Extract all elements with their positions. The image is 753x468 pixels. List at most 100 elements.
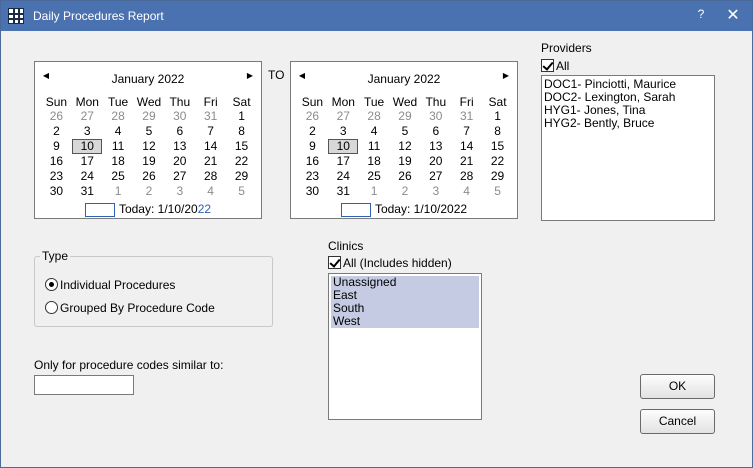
- help-button[interactable]: ?: [691, 7, 711, 25]
- calendar-day[interactable]: 8: [482, 124, 513, 139]
- calendar-day[interactable]: 29: [390, 109, 421, 124]
- calendar-day[interactable]: 30: [420, 109, 451, 124]
- clinics-all-checkbox[interactable]: All (Includes hidden): [328, 255, 452, 270]
- calendar-day[interactable]: 5: [134, 124, 165, 139]
- calendar-day[interactable]: 1: [482, 109, 513, 124]
- calendar-day[interactable]: 28: [359, 109, 390, 124]
- calendar-day[interactable]: 30: [164, 109, 195, 124]
- calendar-day[interactable]: 7: [195, 124, 226, 139]
- close-button[interactable]: ✕: [721, 6, 745, 26]
- next-month-icon[interactable]: ▶: [244, 71, 256, 83]
- calendar-day[interactable]: 9: [41, 139, 72, 154]
- calendar-day[interactable]: 14: [195, 139, 226, 154]
- calendar-day[interactable]: 23: [297, 169, 328, 184]
- calendar-day[interactable]: 10: [328, 139, 359, 154]
- calendar-day[interactable]: 24: [328, 169, 359, 184]
- calendar-day[interactable]: 26: [134, 169, 165, 184]
- providers-list[interactable]: DOC1- Pinciotti, Maurice DOC2- Lexington…: [541, 75, 715, 221]
- calendar-day[interactable]: 2: [41, 124, 72, 139]
- calendar-day[interactable]: 28: [103, 109, 134, 124]
- calendar-day[interactable]: 9: [297, 139, 328, 154]
- calendar-day[interactable]: 29: [226, 169, 257, 184]
- calendar-day[interactable]: 6: [420, 124, 451, 139]
- calendar-day[interactable]: 27: [164, 169, 195, 184]
- calendar-day[interactable]: 20: [164, 154, 195, 169]
- calendar-day[interactable]: 23: [41, 169, 72, 184]
- procedure-codes-input[interactable]: [34, 375, 134, 395]
- calendar-day[interactable]: 2: [134, 184, 165, 199]
- calendar-day[interactable]: 27: [420, 169, 451, 184]
- today-link[interactable]: Today: 1/10/2022: [291, 202, 517, 218]
- calendar-day[interactable]: 17: [72, 154, 103, 169]
- selected-day[interactable]: 10: [328, 139, 359, 154]
- calendar-day[interactable]: 31: [451, 109, 482, 124]
- calendar-day[interactable]: 5: [226, 184, 257, 199]
- calendar-day[interactable]: 5: [482, 184, 513, 199]
- calendar-day[interactable]: 26: [390, 169, 421, 184]
- calendar-day[interactable]: 5: [390, 124, 421, 139]
- calendar-day[interactable]: 1: [103, 184, 134, 199]
- calendar-day[interactable]: 19: [134, 154, 165, 169]
- calendar-day[interactable]: 7: [451, 124, 482, 139]
- radio-individual-procedures[interactable]: Individual Procedures: [45, 277, 175, 292]
- calendar-day[interactable]: 31: [328, 184, 359, 199]
- calendar-day[interactable]: 12: [134, 139, 165, 154]
- today-link[interactable]: Today: 1/10/2022: [35, 202, 261, 218]
- calendar-day[interactable]: 26: [297, 109, 328, 124]
- calendar-day[interactable]: 28: [451, 169, 482, 184]
- calendar-day[interactable]: 4: [451, 184, 482, 199]
- calendar-day[interactable]: 22: [482, 154, 513, 169]
- calendar-day[interactable]: 18: [359, 154, 390, 169]
- calendar-day[interactable]: 25: [359, 169, 390, 184]
- calendar-day[interactable]: 11: [359, 139, 390, 154]
- calendar-day[interactable]: 18: [103, 154, 134, 169]
- calendar-day[interactable]: 1: [226, 109, 257, 124]
- calendar-day[interactable]: 31: [195, 109, 226, 124]
- calendar-day[interactable]: 27: [328, 109, 359, 124]
- calendar-day[interactable]: 25: [103, 169, 134, 184]
- previous-month-icon[interactable]: ◀: [296, 71, 308, 83]
- calendar-day[interactable]: 24: [72, 169, 103, 184]
- calendar-day[interactable]: 6: [164, 124, 195, 139]
- calendar-day[interactable]: 15: [482, 139, 513, 154]
- calendar-day[interactable]: 30: [41, 184, 72, 199]
- calendar-day[interactable]: 28: [195, 169, 226, 184]
- calendar-day[interactable]: 3: [328, 124, 359, 139]
- next-month-icon[interactable]: ▶: [500, 71, 512, 83]
- calendar-day[interactable]: 13: [420, 139, 451, 154]
- radio-grouped-by-code[interactable]: Grouped By Procedure Code: [45, 300, 215, 315]
- calendar-day[interactable]: 21: [195, 154, 226, 169]
- calendar-day[interactable]: 31: [72, 184, 103, 199]
- providers-all-checkbox[interactable]: All: [541, 58, 569, 73]
- ok-button[interactable]: OK: [640, 374, 715, 399]
- selected-day[interactable]: 10: [72, 139, 103, 154]
- calendar-day[interactable]: 2: [297, 124, 328, 139]
- calendar-day[interactable]: 13: [164, 139, 195, 154]
- calendar-day[interactable]: 10: [72, 139, 103, 154]
- calendar-day[interactable]: 27: [72, 109, 103, 124]
- calendar-day[interactable]: 17: [328, 154, 359, 169]
- clinics-list[interactable]: Unassigned East South West: [328, 273, 482, 420]
- calendar-day[interactable]: 3: [72, 124, 103, 139]
- calendar-day[interactable]: 4: [195, 184, 226, 199]
- calendar-day[interactable]: 30: [297, 184, 328, 199]
- calendar-day[interactable]: 14: [451, 139, 482, 154]
- calendar-day[interactable]: 2: [390, 184, 421, 199]
- calendar-day[interactable]: 1: [359, 184, 390, 199]
- calendar-day[interactable]: 20: [420, 154, 451, 169]
- calendar-day[interactable]: 29: [134, 109, 165, 124]
- previous-month-icon[interactable]: ◀: [40, 71, 52, 83]
- calendar-day[interactable]: 16: [41, 154, 72, 169]
- calendar-day[interactable]: 21: [451, 154, 482, 169]
- calendar-day[interactable]: 26: [41, 109, 72, 124]
- calendar-day[interactable]: 3: [420, 184, 451, 199]
- calendar-day[interactable]: 4: [359, 124, 390, 139]
- calendar-day[interactable]: 22: [226, 154, 257, 169]
- list-item[interactable]: HYG2- Bently, Bruce: [544, 117, 714, 130]
- calendar-day[interactable]: 11: [103, 139, 134, 154]
- calendar-day[interactable]: 12: [390, 139, 421, 154]
- cancel-button[interactable]: Cancel: [640, 409, 715, 434]
- calendar-day[interactable]: 3: [164, 184, 195, 199]
- calendar-day[interactable]: 29: [482, 169, 513, 184]
- calendar-day[interactable]: 15: [226, 139, 257, 154]
